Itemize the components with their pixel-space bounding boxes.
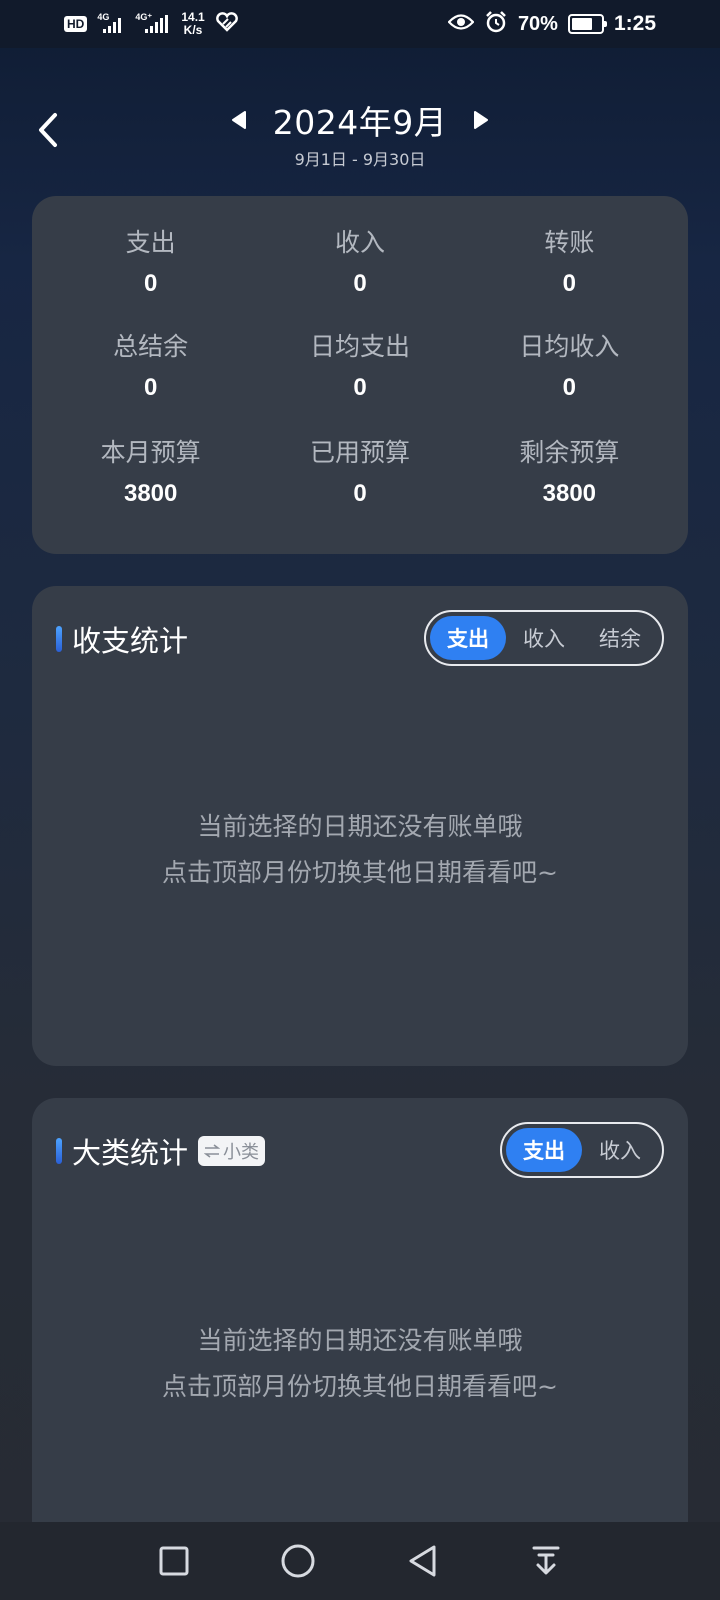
- network-speed: 14.1 K/s: [181, 11, 204, 37]
- summary-value: 0: [353, 270, 367, 297]
- system-nav-bar: [0, 1522, 720, 1600]
- section-header: 大类统计 小类: [56, 1130, 266, 1172]
- tab-balance[interactable]: 结余: [582, 616, 658, 660]
- month-title[interactable]: 2024年9月: [273, 96, 447, 144]
- summary-label: 日均收入: [519, 332, 620, 361]
- empty-message-line1: 当前选择的日期还没有账单哦: [197, 1326, 523, 1355]
- summary-label: 支出: [125, 228, 176, 257]
- battery-fill: [571, 18, 592, 30]
- summary-transfer: 转账 0: [465, 226, 674, 330]
- section-header: 收支统计: [56, 618, 188, 660]
- summary-value: 0: [353, 374, 367, 401]
- stats-type-tabs: 支出 收入 结余: [424, 610, 664, 666]
- network-type-1: 4G: [97, 12, 110, 22]
- triangle-left-icon: [231, 111, 246, 129]
- network-type-2: 4G⁺: [135, 12, 153, 22]
- triangle-right-icon: [474, 111, 489, 129]
- prev-month-button[interactable]: [227, 106, 251, 134]
- section-accent-bar: [56, 626, 62, 652]
- home-button[interactable]: [236, 1522, 360, 1600]
- section-title: 大类统计: [72, 1136, 189, 1170]
- summary-label: 转账: [544, 228, 595, 257]
- summary-used-budget: 已用预算 0: [255, 436, 464, 542]
- clock: 1:25: [613, 12, 656, 35]
- summary-grid: 支出 0 收入 0 转账 0 总结余 0 日均支出 0 日均收入 0 本月预算 3800 已用…: [32, 196, 688, 542]
- empty-state: 当前选择的日期还没有账单哦 点击顶部月份切换其他日期看看吧~: [32, 1318, 688, 1410]
- status-bar: HD 4G 4G⁺ 14.1 K/s 70% 1:25: [0, 0, 720, 48]
- date-range: 9月1日 - 9月30日: [294, 150, 426, 169]
- summary-label: 剩余预算: [519, 438, 620, 467]
- circle-icon: [281, 1544, 315, 1578]
- summary-value: 0: [143, 270, 158, 297]
- alarm-icon: [484, 10, 508, 39]
- tab-income[interactable]: 收入: [582, 1128, 658, 1172]
- summary-value: 0: [562, 270, 576, 297]
- empty-message-line2: 点击顶部月份切换其他日期看看吧~: [162, 1372, 558, 1401]
- battery-percent: 70%: [517, 12, 558, 35]
- speed-value: 14.1: [181, 10, 205, 24]
- next-month-button[interactable]: [469, 106, 493, 134]
- hd-icon: HD: [64, 16, 88, 32]
- status-right: 70% 1:25: [447, 10, 656, 39]
- subcategory-toggle-button[interactable]: 小类: [198, 1136, 266, 1166]
- summary-label: 本月预算: [100, 438, 201, 467]
- summary-label: 日均支出: [309, 332, 410, 361]
- subcategory-toggle-label: 小类: [223, 1142, 260, 1163]
- month-switcher: 2024年9月: [0, 96, 720, 144]
- summary-daily-income: 日均收入 0: [465, 330, 674, 436]
- section-title: 收支统计: [72, 624, 189, 658]
- income-expense-stats-card: 收支统计 支出 收入 结余 当前选择的日期还没有账单哦 点击顶部月份切换其他日期…: [32, 586, 688, 1066]
- summary-balance: 总结余 0: [46, 330, 255, 436]
- heart-app-icon: [215, 11, 239, 37]
- summary-remaining-budget: 剩余预算 3800: [465, 436, 674, 542]
- summary-expense: 支出 0: [46, 226, 255, 330]
- summary-label: 总结余: [113, 332, 189, 361]
- dropdown-icon: [532, 1546, 560, 1575]
- notification-dropdown-button[interactable]: [484, 1522, 608, 1600]
- tab-expense[interactable]: 支出: [506, 1128, 582, 1172]
- summary-monthly-budget: 本月预算 3800: [46, 436, 255, 542]
- summary-value: 0: [143, 374, 158, 401]
- recents-button[interactable]: [112, 1522, 236, 1600]
- summary-value: 3800: [123, 480, 178, 507]
- summary-label: 收入: [334, 228, 385, 257]
- summary-value: 3800: [542, 480, 597, 507]
- triangle-back-icon: [409, 1545, 436, 1577]
- summary-daily-expense: 日均支出 0: [255, 330, 464, 436]
- summary-card: 支出 0 收入 0 转账 0 总结余 0 日均支出 0 日均收入 0 本月预算 3800 已用…: [32, 196, 688, 554]
- speed-unit: K/s: [183, 23, 203, 37]
- summary-income: 收入 0: [255, 226, 464, 330]
- category-type-tabs: 支出 收入: [500, 1122, 664, 1178]
- battery-icon: [567, 14, 607, 34]
- swap-icon: [204, 1144, 221, 1158]
- tab-expense[interactable]: 支出: [430, 616, 506, 660]
- summary-value: 0: [562, 374, 576, 401]
- back-nav-button[interactable]: [360, 1522, 484, 1600]
- eye-icon: [447, 13, 475, 36]
- tab-income[interactable]: 收入: [506, 616, 582, 660]
- status-left: HD 4G 4G⁺ 14.1 K/s: [64, 11, 448, 37]
- summary-label: 已用预算: [309, 438, 410, 467]
- signal-icon: 4G: [97, 12, 125, 33]
- empty-message-line1: 当前选择的日期还没有账单哦: [197, 812, 523, 841]
- signal-icon: 4G⁺: [135, 12, 171, 33]
- square-icon: [159, 1546, 189, 1576]
- empty-state: 当前选择的日期还没有账单哦 点击顶部月份切换其他日期看看吧~: [32, 804, 688, 896]
- empty-message-line2: 点击顶部月份切换其他日期看看吧~: [162, 858, 558, 887]
- section-accent-bar: [56, 1138, 62, 1164]
- summary-value: 0: [353, 480, 367, 507]
